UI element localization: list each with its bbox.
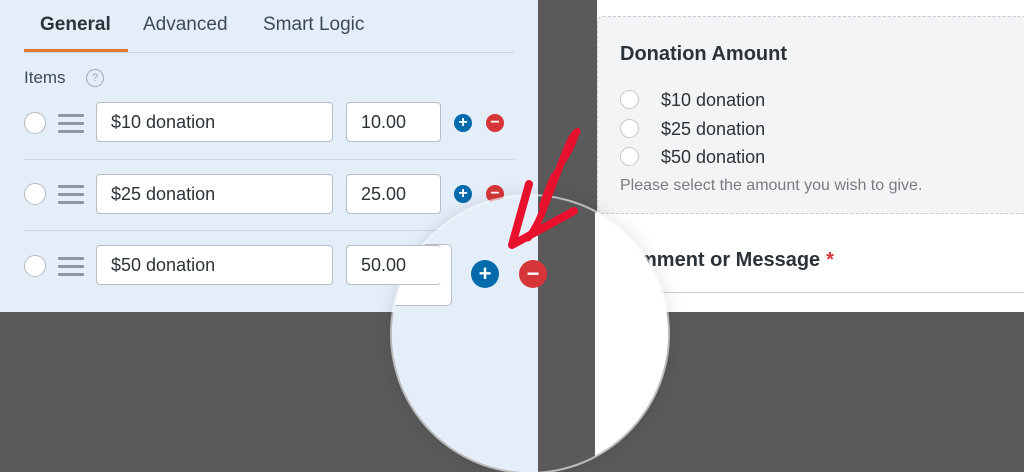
tab-advanced[interactable]: Advanced: [143, 14, 228, 36]
field-description: Please select the amount you wish to giv…: [620, 177, 923, 194]
item-2-label-input[interactable]: [96, 174, 333, 214]
drag-handle-icon[interactable]: [58, 185, 84, 205]
row-divider: [24, 159, 514, 160]
tab-general[interactable]: General: [40, 14, 111, 36]
preview-option-label: $25 donation: [661, 119, 766, 139]
drag-handle-icon[interactable]: [58, 257, 84, 277]
item-3-label-input[interactable]: [96, 245, 333, 285]
plus-circle-icon[interactable]: +: [471, 260, 499, 288]
preview-option-label: $50 donation: [661, 147, 766, 167]
item-3-value-input-overlay[interactable]: [346, 245, 441, 285]
comment-field-title: mment or Message *: [639, 249, 834, 272]
field-title: Donation Amount: [620, 43, 788, 65]
drag-handle-icon[interactable]: [58, 114, 84, 134]
item-1-label-input[interactable]: [96, 102, 333, 142]
plus-circle-icon[interactable]: +: [454, 114, 472, 132]
minus-circle-icon[interactable]: −: [519, 260, 547, 288]
required-marker: *: [826, 249, 834, 271]
preview-option-label: $10 donation: [661, 90, 766, 110]
item-1-default-radio[interactable]: [24, 112, 46, 134]
question-circle-icon[interactable]: ?: [86, 69, 104, 87]
radio-icon[interactable]: [620, 147, 639, 166]
radio-icon[interactable]: [620, 119, 639, 138]
donation-amount-field[interactable]: Donation Amount $10 donation $25 donatio…: [597, 16, 1024, 214]
active-tab-indicator: [24, 49, 128, 52]
tab-smart-logic[interactable]: Smart Logic: [263, 14, 364, 36]
item-1-value-input[interactable]: [346, 102, 441, 142]
item-2-default-radio[interactable]: [24, 183, 46, 205]
zoom-callout: + −: [392, 196, 668, 472]
minus-circle-icon[interactable]: −: [486, 114, 504, 132]
radio-icon[interactable]: [620, 90, 639, 109]
items-label: Items: [24, 68, 66, 87]
item-3-default-radio[interactable]: [24, 255, 46, 277]
